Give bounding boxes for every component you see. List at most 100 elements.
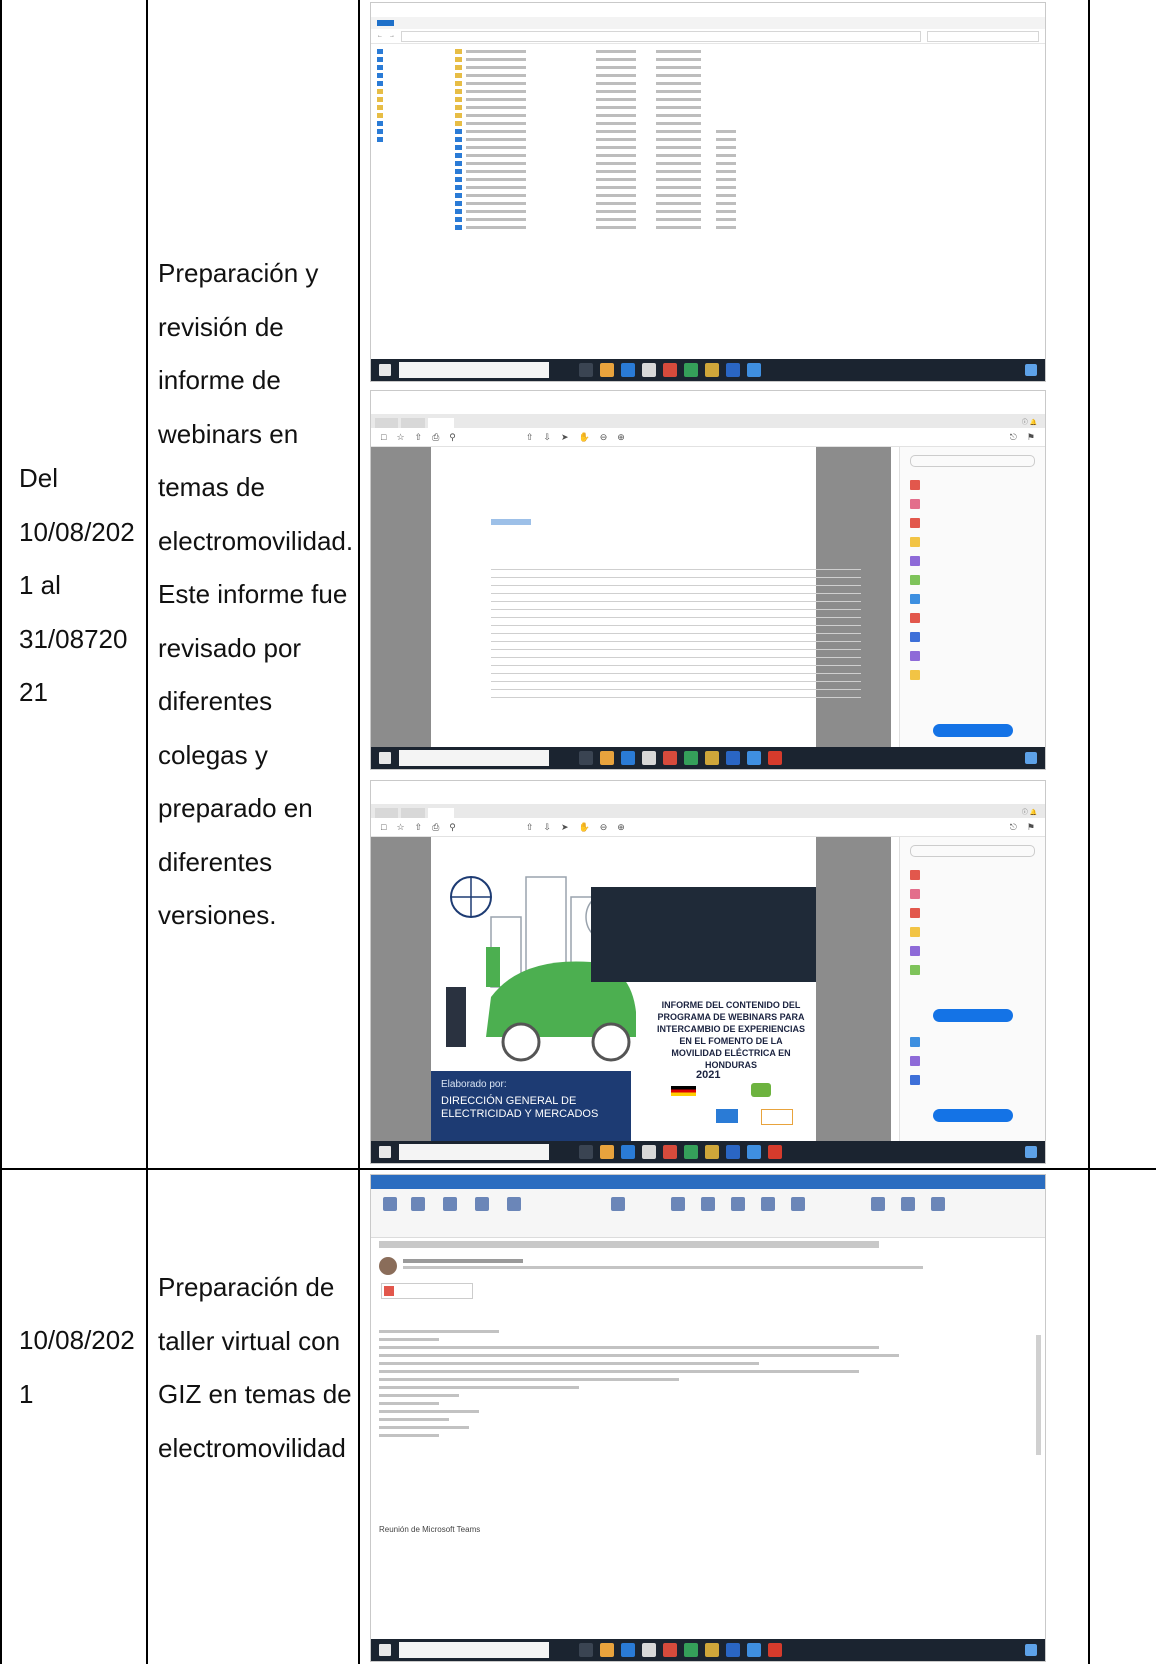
table-border-right [1088, 0, 1090, 1664]
system-tray [1025, 752, 1037, 764]
cover-title-line: HONDURAS [704, 1060, 757, 1070]
folder-icon [377, 112, 383, 118]
notification-icon [1025, 1644, 1037, 1656]
date-line: 31/08720 [19, 623, 128, 654]
partner-logos [661, 1081, 811, 1131]
file-row-cell [466, 145, 526, 149]
window-titlebar [371, 781, 1045, 794]
activity-line: electromovilidad. [158, 525, 354, 556]
activity-line: webinars en [158, 418, 299, 449]
nav-item [377, 55, 455, 63]
documents-icon [377, 72, 383, 78]
file-row-cell [596, 105, 636, 109]
pdf-document-area: INFORME DEL CONTENIDO DEL PROGRAMA DE WE… [371, 837, 891, 1141]
file-row-cell [596, 193, 636, 197]
file-row [455, 151, 1045, 159]
app-icon [705, 1145, 719, 1159]
menu-bar [371, 404, 1045, 414]
app-icon [768, 1145, 782, 1159]
activity-line: GIZ en temas de [158, 1379, 352, 1409]
download-icon [377, 64, 383, 70]
app-icon [600, 751, 614, 765]
toc-entry [491, 609, 861, 610]
file-row-cell [466, 225, 526, 229]
tools-side-panel [899, 837, 1045, 1141]
file-icon [455, 160, 462, 166]
file-row-cell [716, 193, 736, 197]
cover-title: INFORME DEL CONTENIDO DEL PROGRAMA DE WE… [646, 999, 816, 1071]
nav-item [377, 87, 455, 95]
taskbar-search [399, 1144, 549, 1160]
hand-icon: ✋ [578, 821, 590, 832]
nav-item [377, 135, 455, 143]
cover-page: INFORME DEL CONTENIDO DEL PROGRAMA DE WE… [431, 837, 816, 1141]
file-row [455, 143, 1045, 151]
organize-icon [910, 574, 920, 585]
file-row-cell [596, 217, 636, 221]
window-titlebar [371, 391, 1045, 404]
pdf-toolbar: □ ☆ ⇧ ⎙ ⚲ ⇧ ⇩ ➤ ✋ ⊖ ⊕ ⎋ ⚑ [371, 818, 1045, 837]
folder-icon [455, 96, 462, 102]
taskbar-search [399, 1642, 549, 1658]
date-line: Del [19, 463, 59, 493]
cover-year: 2021 [696, 1069, 721, 1081]
file-row-cell [596, 225, 636, 229]
pdf-tab-bar: ⓘ 🔔 [371, 414, 1045, 428]
date-line: 1 al [19, 570, 61, 600]
windows-start-icon [379, 752, 391, 764]
row1-activity-cell: Preparación y revisión de informe de web… [158, 247, 353, 943]
notification-icon [1025, 1146, 1037, 1158]
app-icon [684, 1643, 698, 1657]
file-row-cell [716, 169, 736, 173]
file-row [455, 215, 1045, 223]
toc-heading [491, 519, 531, 525]
free-trial-button [932, 724, 1013, 737]
save-icon: □ [381, 432, 387, 442]
taskbar-search [399, 750, 549, 766]
zoom-in-icon: ⊕ [617, 431, 625, 442]
windows-taskbar [371, 1639, 1045, 1661]
file-row-cell [596, 113, 636, 117]
desktop-icon [377, 56, 383, 62]
file-row-cell [596, 57, 636, 61]
file-row-cell [596, 145, 636, 149]
table-divider-col1 [146, 0, 148, 1664]
file-row [455, 71, 1045, 79]
file-row-cell [466, 89, 526, 93]
fill-sign-icon [910, 650, 920, 661]
date-line: 21 [19, 677, 48, 707]
page-up-icon: ⇧ [525, 821, 534, 832]
side-tool [900, 865, 1045, 884]
row2-date-cell: 10/08/202 1 [19, 1314, 135, 1421]
windows-taskbar [371, 359, 1045, 381]
side-tool [900, 665, 1045, 684]
file-row-cell [596, 153, 636, 157]
email-body-line [379, 1354, 899, 1357]
file-row [455, 159, 1045, 167]
nav-item [377, 103, 455, 111]
windows-start-icon [379, 364, 391, 376]
email-scrollbar [1036, 1335, 1041, 1455]
file-row-cell [596, 129, 636, 133]
activity-line: colegas y [158, 739, 268, 770]
upload-icon: ⇧ [414, 431, 423, 442]
file-row-cell [656, 217, 701, 221]
app-icon [705, 363, 719, 377]
tab-document [427, 808, 455, 818]
file-row-cell [466, 137, 526, 141]
file-row-cell [656, 65, 701, 69]
pdf-page [431, 447, 861, 747]
pdf-toolbar: □ ☆ ⇧ ⎙ ⚲ ⇧ ⇩ ➤ ✋ ⊖ ⊕ ⎋ ⚑ [371, 428, 1045, 447]
email-body-line [379, 1426, 469, 1429]
network-icon [377, 136, 383, 142]
file-icon [455, 200, 462, 206]
nav-item [377, 47, 455, 55]
activity-line: temas de [158, 472, 265, 502]
side-tool [900, 960, 1045, 979]
hand-icon: ✋ [578, 431, 590, 442]
file-row-cell [596, 209, 636, 213]
file-row-cell [656, 185, 701, 189]
export-pdf-icon [910, 479, 920, 490]
file-row-cell [656, 105, 701, 109]
activity-line: revisado por [158, 632, 302, 663]
